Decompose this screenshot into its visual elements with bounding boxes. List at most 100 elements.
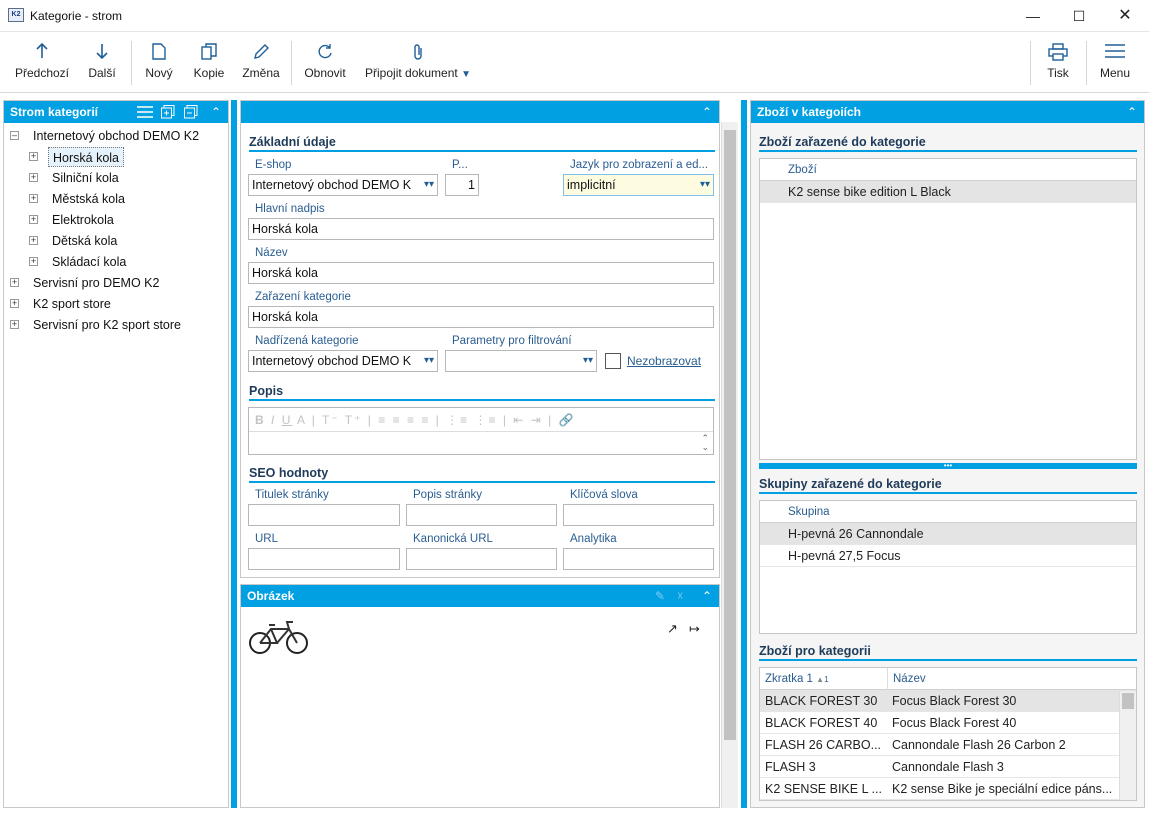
scrollbar-thumb[interactable]: [724, 130, 736, 740]
tree-expander-icon[interactable]: +: [29, 236, 38, 245]
tree-expander-icon[interactable]: +: [29, 257, 38, 266]
tree-node[interactable]: Elektrokola: [52, 210, 114, 230]
table-row[interactable]: BLACK FOREST 40 Focus Black Forest 40: [760, 712, 1136, 734]
panel-splitter[interactable]: [231, 100, 237, 808]
font-color-icon[interactable]: A: [297, 413, 306, 427]
parent-category-select[interactable]: Internetový obchod DEMO K ▾▾: [248, 350, 438, 372]
close-icon[interactable]: ✕: [1102, 0, 1148, 32]
refresh-button[interactable]: Obnovit: [300, 33, 350, 93]
tree-expander-icon[interactable]: +: [29, 173, 38, 182]
previous-button[interactable]: Předchozí: [12, 33, 72, 93]
collapse-all-icon[interactable]: [184, 101, 198, 126]
dropdown-icon[interactable]: ▾▾: [700, 175, 710, 195]
collapse-panel-icon[interactable]: ⌃: [1124, 101, 1140, 123]
expand-all-icon[interactable]: [161, 101, 175, 126]
name-column-header[interactable]: Název: [887, 668, 926, 690]
justify-icon[interactable]: ≡: [421, 413, 430, 427]
align-right-icon[interactable]: ≡: [407, 413, 416, 427]
numbered-list-icon[interactable]: ⋮≡: [446, 413, 469, 427]
underline-icon[interactable]: U: [282, 413, 293, 427]
code-column-header[interactable]: Zkratka 1 ▲1: [765, 668, 829, 691]
align-left-icon[interactable]: ≡: [378, 413, 387, 427]
tree-node[interactable]: Městská kola: [52, 189, 125, 209]
attach-document-button[interactable]: Připojit dokument ▼: [360, 33, 476, 93]
align-center-icon[interactable]: ≡: [393, 413, 402, 427]
analytics-input[interactable]: [563, 548, 714, 570]
keywords-input[interactable]: [563, 504, 714, 526]
minimize-icon[interactable]: ―: [1010, 0, 1056, 32]
fit-width-icon[interactable]: ↦: [689, 621, 700, 637]
dropdown-arrow-icon[interactable]: ▼: [461, 69, 471, 80]
table-row[interactable]: K2 SENSE BIKE L ... K2 sense Bike je spec…: [760, 778, 1136, 800]
category-assignment-input[interactable]: Horská kola: [248, 306, 714, 328]
collapse-panel-icon[interactable]: ⌃: [699, 585, 715, 607]
page-description-input[interactable]: [406, 504, 557, 526]
tree-expander-icon[interactable]: +: [29, 215, 38, 224]
link-icon[interactable]: 🔗: [559, 413, 576, 427]
products-scrollbar[interactable]: [1119, 691, 1136, 800]
superscript-icon[interactable]: T⁺: [345, 413, 363, 427]
name-input[interactable]: Horská kola: [248, 262, 714, 284]
description-editor[interactable]: B I U A | T⁻ T⁺ | ≡ ≡ ≡ ≡ | ⋮≡ ⋮≡ | ⇤ ⇥ …: [248, 407, 714, 455]
dropdown-icon[interactable]: ▾▾: [424, 175, 434, 195]
canonical-url-input[interactable]: [406, 548, 557, 570]
hide-label[interactable]: Nezobrazovat: [627, 354, 701, 368]
print-button[interactable]: Tisk: [1038, 33, 1078, 93]
table-row[interactable]: H-pevná 26 Cannondale: [760, 523, 1136, 545]
bold-icon[interactable]: B: [255, 413, 266, 427]
open-external-icon[interactable]: ↗: [667, 621, 678, 637]
tree-node[interactable]: Dětská kola: [52, 231, 117, 251]
tree-node[interactable]: K2 sport store: [33, 294, 111, 314]
dropdown-icon[interactable]: ▾▾: [583, 351, 593, 371]
next-button[interactable]: Další: [80, 33, 124, 93]
dropdown-icon[interactable]: ▾▾: [424, 351, 434, 371]
collapse-panel-icon[interactable]: ⌃: [699, 101, 715, 123]
tree-expander-icon[interactable]: –: [10, 131, 19, 140]
tree-expander-icon[interactable]: +: [10, 299, 19, 308]
horizontal-splitter[interactable]: •••: [759, 462, 1137, 470]
indent-icon[interactable]: ⇥: [531, 413, 543, 427]
filter-params-select[interactable]: ▾▾: [445, 350, 597, 372]
page-title-input[interactable]: [248, 504, 400, 526]
new-button[interactable]: Nový: [140, 33, 178, 93]
italic-icon[interactable]: I: [271, 413, 276, 427]
table-row[interactable]: FLASH 3 Cannondale Flash 3: [760, 756, 1136, 778]
tree-node[interactable]: Silniční kola: [52, 168, 119, 188]
tree-node[interactable]: Skládací kola: [52, 252, 126, 272]
url-input[interactable]: [248, 548, 400, 570]
copy-button[interactable]: Kopie: [188, 33, 230, 93]
tree-expander-icon[interactable]: +: [10, 278, 19, 287]
tree-node[interactable]: Servisní pro DEMO K2: [33, 273, 159, 293]
hide-checkbox[interactable]: [605, 353, 621, 369]
group-column-header[interactable]: Skupina: [788, 501, 830, 523]
tree-node[interactable]: Servisní pro K2 sport store: [33, 315, 181, 335]
form-scrollbar[interactable]: [721, 122, 738, 808]
menu-button[interactable]: Menu: [1094, 33, 1136, 93]
goods-column-header[interactable]: Zboží: [788, 159, 817, 181]
maximize-icon[interactable]: ☐: [1056, 0, 1102, 32]
scrollbar-thumb[interactable]: [1122, 693, 1134, 709]
tree-expander-icon[interactable]: +: [10, 320, 19, 329]
table-row[interactable]: BLACK FOREST 30 Focus Black Forest 30: [760, 690, 1136, 712]
eshop-select[interactable]: Internetový obchod DEMO K ▾▾: [248, 174, 438, 196]
subscript-icon[interactable]: T⁻: [322, 413, 340, 427]
table-row[interactable]: K2 sense bike edition L Black: [760, 181, 1136, 203]
change-button[interactable]: Změna: [238, 33, 284, 93]
tree-expander-icon[interactable]: +: [29, 194, 38, 203]
spinner-icon[interactable]: ⌃ ⌄: [701, 434, 709, 452]
bullet-list-icon[interactable]: ⋮≡: [474, 413, 497, 427]
tree-node[interactable]: Internetový obchod DEMO K2: [33, 126, 199, 146]
edit-image-icon[interactable]: ✎: [655, 585, 665, 607]
main-heading-input[interactable]: Horská kola: [248, 218, 714, 240]
delete-image-icon[interactable]: ☓: [677, 585, 683, 607]
list-view-icon[interactable]: [137, 101, 153, 125]
panel-splitter[interactable]: [741, 100, 747, 808]
table-row[interactable]: FLASH 26 CARBO... Cannondale Flash 26 Car…: [760, 734, 1136, 756]
p-field[interactable]: 1: [445, 174, 479, 196]
language-select[interactable]: implicitní ▾▾: [563, 174, 714, 196]
table-row[interactable]: H-pevná 27,5 Focus: [760, 545, 1136, 567]
collapse-panel-icon[interactable]: ⌃: [208, 101, 224, 123]
tree-expander-icon[interactable]: +: [29, 152, 38, 161]
tree-node-selected[interactable]: Horská kola: [48, 147, 124, 167]
outdent-icon[interactable]: ⇤: [513, 413, 525, 427]
